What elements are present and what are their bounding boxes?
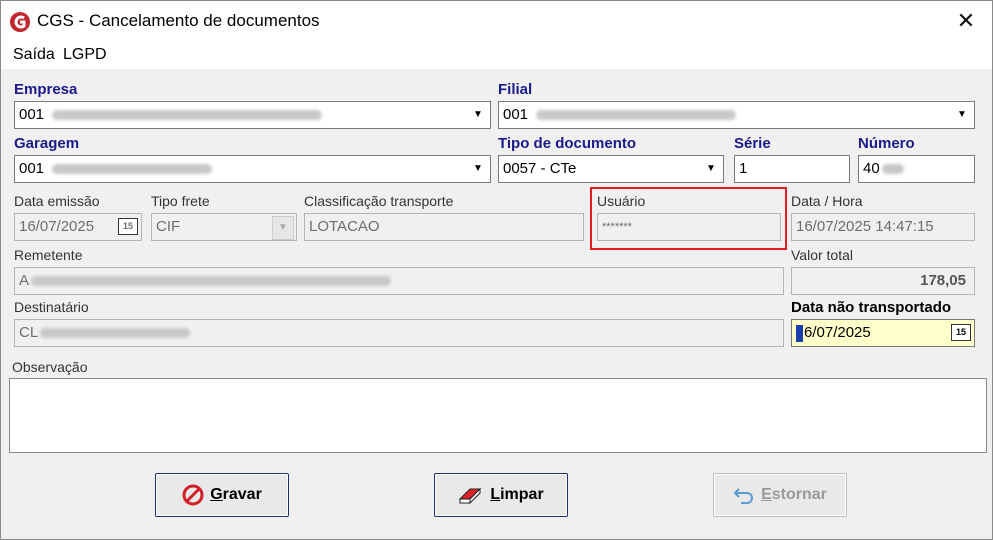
serie-label: Série	[734, 135, 771, 152]
redacted-text	[52, 110, 323, 121]
gravar-button[interactable]: Gravar	[155, 473, 289, 517]
tipo-frete-select: CIF ▼	[151, 213, 297, 241]
form-area: Empresa 001 ▼ Filial 001 ▼ Garagem 001 ▼…	[1, 69, 992, 539]
estornar-label: stornar	[771, 486, 827, 503]
numero-value: 40	[863, 160, 880, 177]
close-icon[interactable]: ✕	[952, 7, 980, 35]
eraser-icon	[458, 485, 484, 505]
calendar-icon: 15	[118, 218, 138, 235]
observacao-label: Observação	[12, 359, 88, 375]
empresa-label: Empresa	[14, 81, 78, 98]
serie-input[interactable]: 1	[734, 155, 850, 183]
limpar-button[interactable]: Limpar	[434, 473, 568, 517]
observacao-textarea[interactable]	[9, 378, 987, 453]
garagem-label: Garagem	[14, 135, 80, 152]
destinatario-value: CL	[19, 324, 39, 341]
usuario-highlight-box	[590, 187, 787, 250]
data-nao-transportado-value: 6/07/2025	[804, 324, 871, 341]
redacted-text	[31, 276, 392, 287]
garagem-select[interactable]: 001 ▼	[14, 155, 491, 183]
filial-value: 001	[503, 106, 529, 123]
undo-arrow-icon	[733, 486, 755, 504]
data-nao-transportado-input[interactable]: 16/07/2025 15	[791, 319, 975, 347]
classificacao-field: LOTACAO	[304, 213, 584, 241]
limpar-mnemonic: L	[490, 486, 501, 503]
redacted-text	[40, 328, 191, 339]
calendar-icon[interactable]: 15	[951, 324, 971, 341]
garagem-value: 001	[19, 160, 45, 177]
tipo-documento-label: Tipo de documento	[498, 135, 637, 152]
tipo-frete-value: CIF	[156, 218, 181, 235]
redacted-text	[536, 110, 737, 121]
valor-total-label: Valor total	[791, 247, 853, 263]
dropdown-arrow-icon[interactable]: ▼	[952, 104, 972, 126]
classificacao-value: LOTACAO	[309, 218, 380, 235]
serie-value: 1	[739, 160, 748, 177]
data-hora-value: 16/07/2025 14:47:15	[796, 218, 934, 235]
estornar-mnemonic: E	[761, 486, 772, 503]
empresa-value: 001	[19, 106, 45, 123]
valor-total-value: 178,05	[920, 272, 966, 289]
data-emissao-value: 16/07/2025	[19, 218, 95, 235]
destinatario-field: CL	[14, 319, 784, 347]
data-emissao-field: 16/07/2025 15	[14, 213, 142, 241]
menu-item-lgpd[interactable]: LGPD	[63, 46, 107, 64]
estornar-button: Estornar	[713, 473, 847, 517]
no-entry-icon	[182, 484, 204, 506]
dropdown-arrow-icon: ▼	[272, 216, 294, 240]
numero-label: Número	[858, 135, 915, 152]
dropdown-arrow-icon[interactable]: ▼	[701, 158, 721, 180]
menu-bar: Saída LGPD	[1, 41, 992, 69]
cgs-logo-icon	[10, 12, 30, 32]
window-title: CGS - Cancelamento de documentos	[37, 11, 320, 30]
redacted-text	[52, 164, 213, 175]
filial-select[interactable]: 001 ▼	[498, 101, 975, 129]
dropdown-arrow-icon[interactable]: ▼	[468, 158, 488, 180]
dropdown-arrow-icon[interactable]: ▼	[468, 104, 488, 126]
remetente-value: A	[19, 272, 30, 289]
gravar-label: ravar	[222, 486, 262, 503]
data-hora-field: 16/07/2025 14:47:15	[791, 213, 975, 241]
tipo-frete-label: Tipo frete	[151, 193, 210, 209]
remetente-field: A	[14, 267, 784, 295]
text-caret	[796, 324, 803, 342]
filial-label: Filial	[498, 81, 533, 98]
valor-total-field: 178,05	[791, 267, 975, 295]
empresa-select[interactable]: 001 ▼	[14, 101, 491, 129]
numero-input[interactable]: 40	[858, 155, 975, 183]
tipo-documento-select[interactable]: 0057 - CTe ▼	[498, 155, 724, 183]
menu-item-saida[interactable]: Saída	[13, 46, 55, 64]
data-nao-transportado-label: Data não transportado	[791, 299, 952, 316]
gravar-mnemonic: G	[210, 486, 223, 503]
destinatario-label: Destinatário	[14, 299, 89, 315]
limpar-label: impar	[500, 486, 544, 503]
data-hora-label: Data / Hora	[791, 193, 863, 209]
tipo-documento-value: 0057 - CTe	[503, 160, 577, 177]
title-bar: CGS - Cancelamento de documentos ✕	[1, 1, 992, 41]
data-emissao-label: Data emissão	[14, 193, 100, 209]
classificacao-label: Classificação transporte	[304, 193, 454, 209]
redacted-text	[881, 164, 904, 175]
remetente-label: Remetente	[14, 247, 83, 263]
window: CGS - Cancelamento de documentos ✕ Saída…	[0, 0, 993, 540]
